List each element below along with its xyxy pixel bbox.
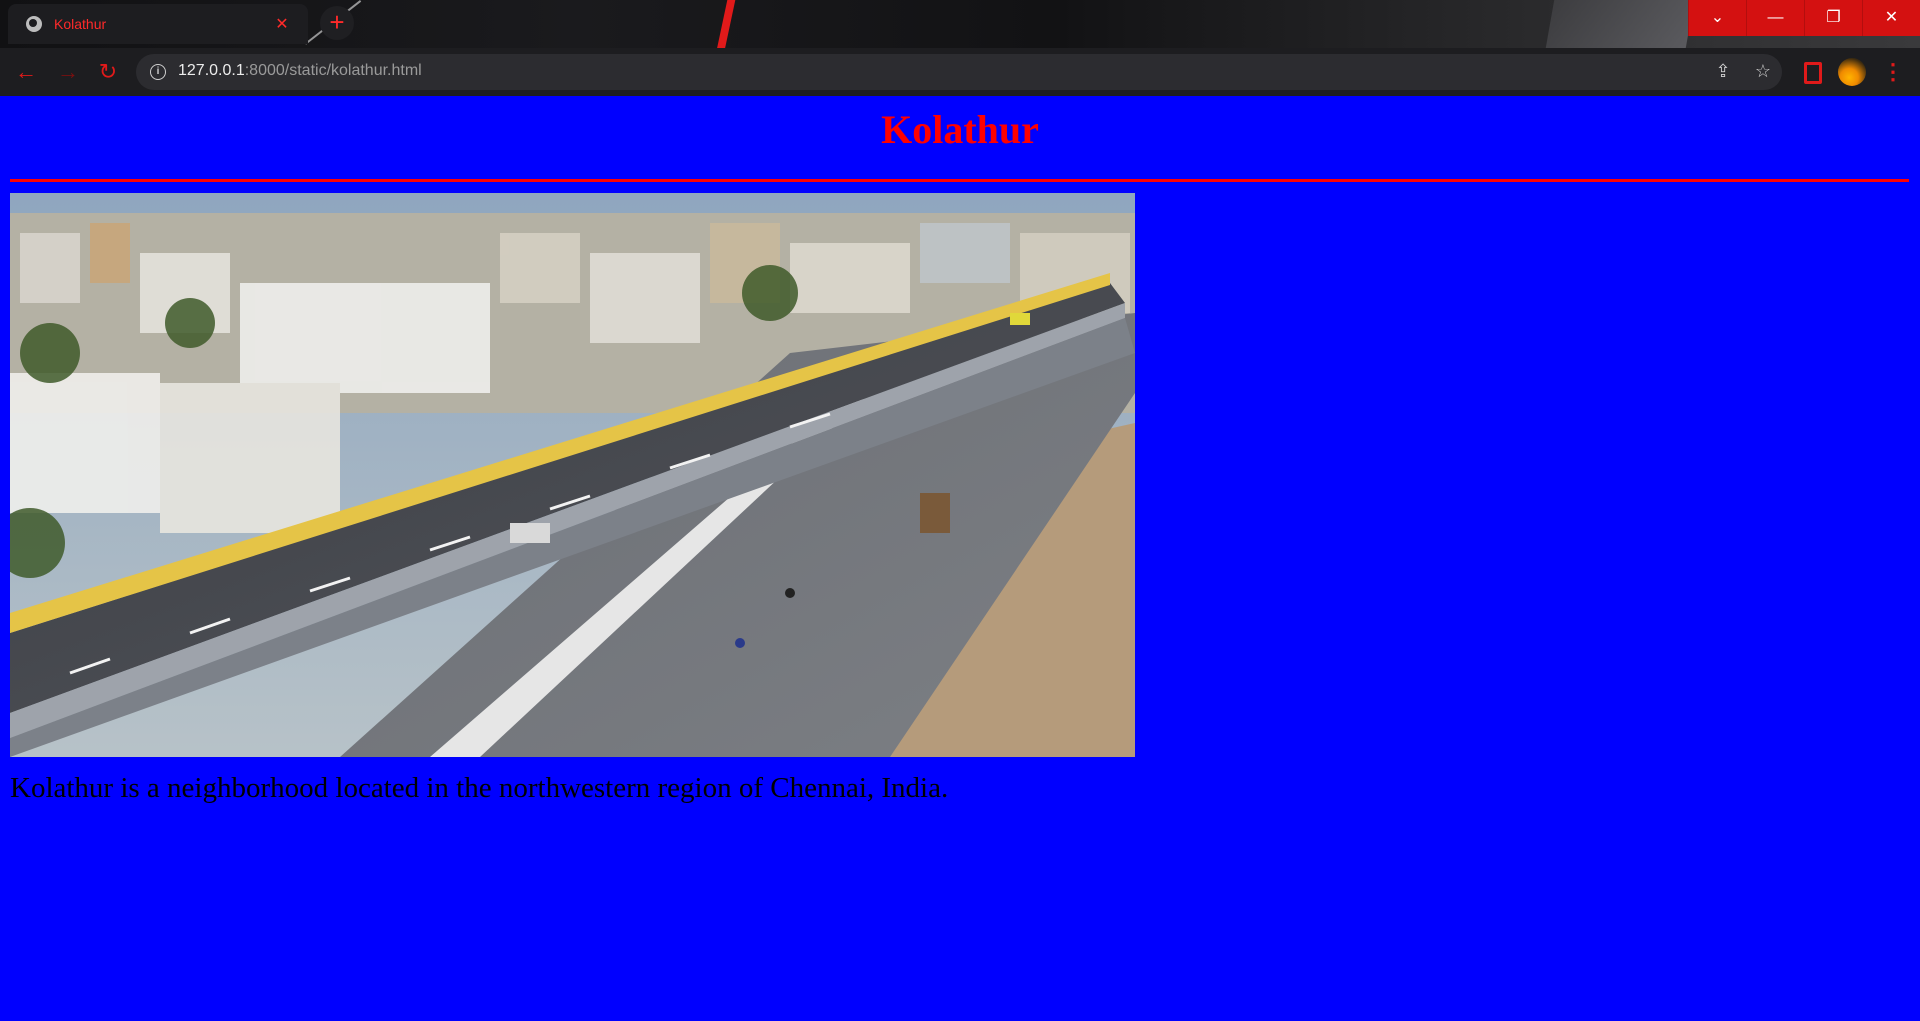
page-title: Kolathur [881,107,1039,152]
horizontal-rule [10,179,1909,182]
restore-button[interactable]: ❐ [1804,0,1862,36]
minimize-button[interactable]: — [1746,0,1804,36]
browser-toolbar: ← → ↻ i 127.0.0.1:8000/static/kolathur.h… [0,48,1920,96]
window-controls: ⌄ — ❐ ✕ [1688,0,1920,36]
description-text: Kolathur is a neighborhood located in th… [10,772,949,804]
browser-menu-icon[interactable]: ⋮ [1882,58,1904,86]
address-bar[interactable]: i 127.0.0.1:8000/static/kolathur.html ⇪ … [136,54,1782,90]
tab-close-icon[interactable]: ✕ [272,14,292,34]
extension-icon[interactable] [1804,62,1822,84]
theme-decoration [1545,0,1695,48]
back-button[interactable]: ← [12,58,40,86]
close-window-button[interactable]: ✕ [1862,0,1920,36]
flyover-photo [10,193,1135,757]
forward-button[interactable]: → [54,58,82,86]
url-text[interactable]: 127.0.0.1:8000/static/kolathur.html [178,62,422,80]
browser-chrome: Kolathur ✕ + ⌄ — ❐ ✕ ← → ↻ i 127.0.0.1:8… [0,0,1920,96]
url-path: :8000/static/kolathur.html [244,62,422,79]
url-host: 127.0.0.1 [178,62,245,79]
reload-button[interactable]: ↻ [94,58,122,86]
page-content: Kolathur Kolathur is a neighborhood loca… [0,96,1920,1021]
tab-strip: Kolathur ✕ + ⌄ — ❐ ✕ [0,0,1920,48]
bookmark-star-icon[interactable]: ☆ [1752,61,1774,82]
info-icon[interactable]: i [150,64,166,80]
share-icon[interactable]: ⇪ [1712,61,1734,82]
tab-title: Kolathur [54,16,107,32]
profile-avatar[interactable] [1838,58,1866,86]
globe-icon [26,16,42,32]
new-tab-button[interactable]: + [320,6,354,40]
kolathur-flyover-image [10,193,1135,757]
tab-kolathur[interactable]: Kolathur ✕ [8,4,308,44]
theme-decoration [714,0,738,48]
tab-search-button[interactable]: ⌄ [1688,0,1746,36]
